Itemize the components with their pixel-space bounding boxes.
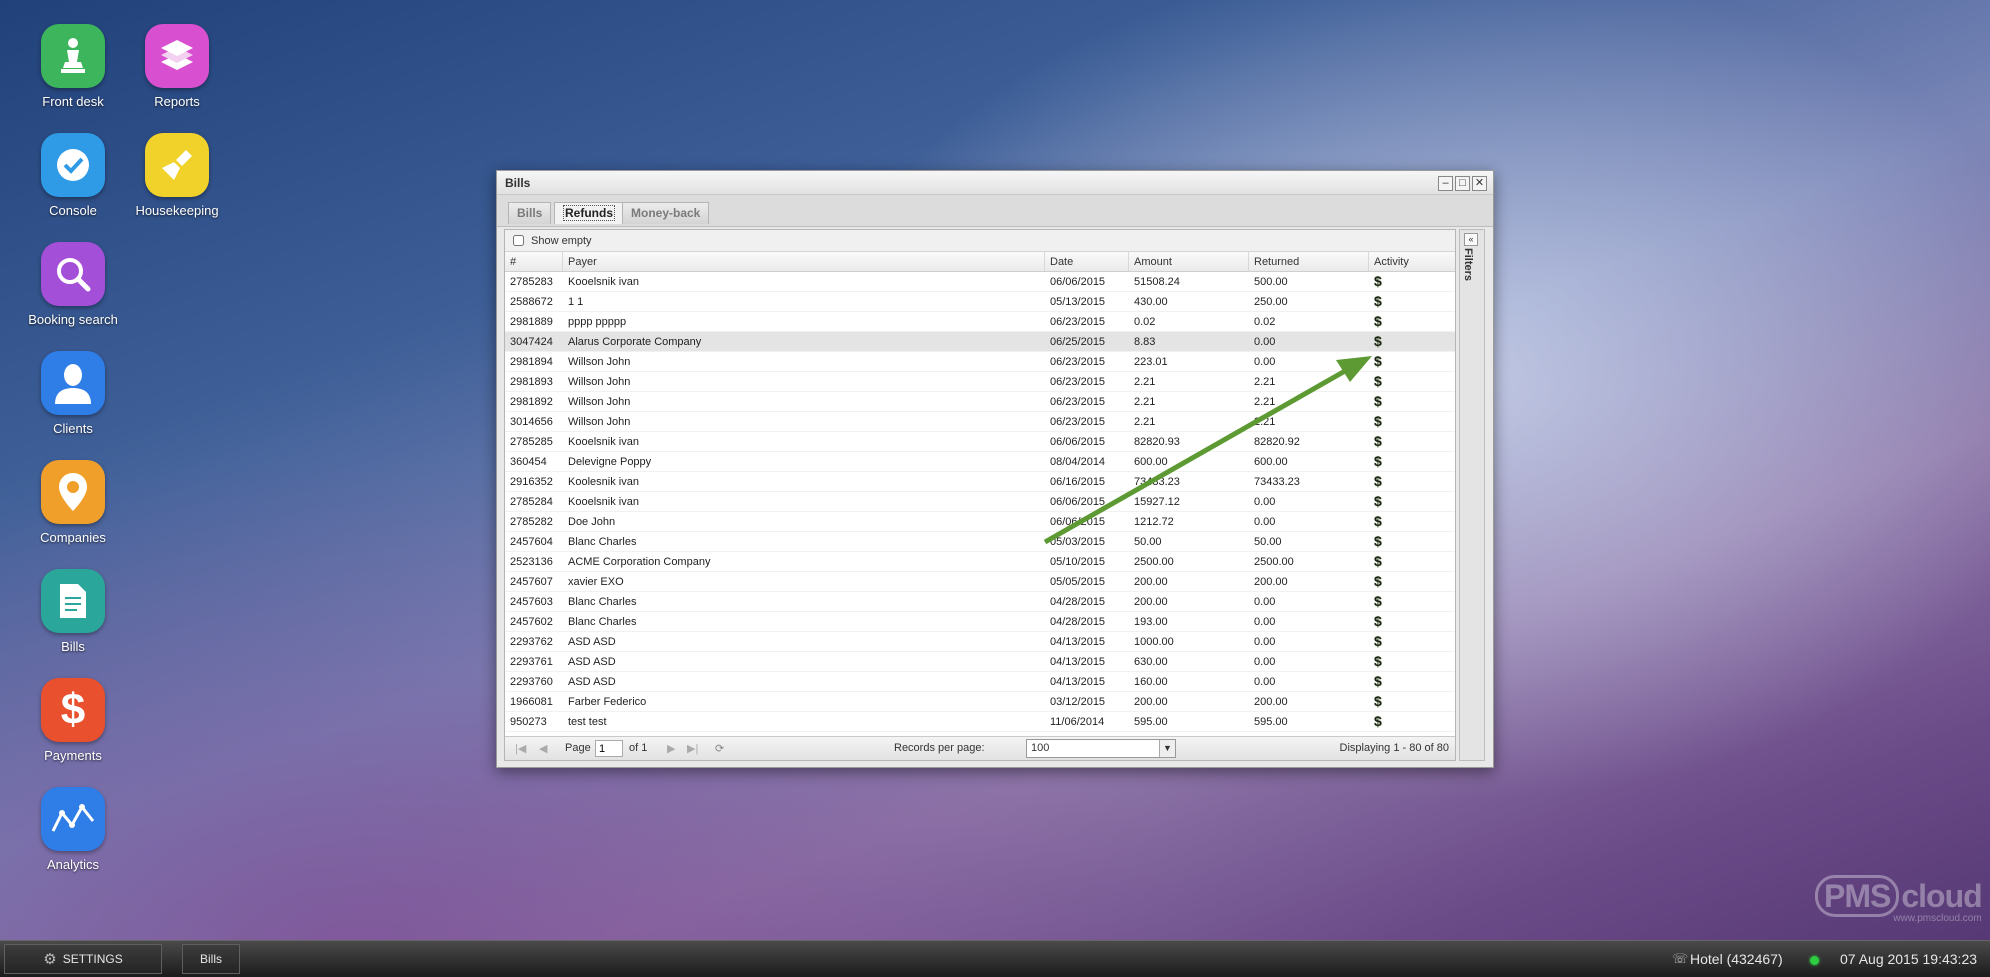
annotation-arrow xyxy=(1043,356,1372,545)
datetime-label: 07 Aug 2015 19:43:23 xyxy=(1840,951,1978,967)
taskbar: ⚙ SETTINGS Bills ☏ Hotel (432467) 07 Aug… xyxy=(0,940,1990,977)
pmscloud-watermark: PMS cloud www.pmscloud.com xyxy=(1815,875,1983,924)
watermark-cloud: cloud xyxy=(1901,878,1982,914)
status-dot xyxy=(1810,956,1819,965)
settings-button[interactable]: ⚙ SETTINGS xyxy=(4,944,162,974)
hotel-label[interactable]: Hotel (432467) xyxy=(1690,951,1783,967)
taskbar-bills-label: Bills xyxy=(199,952,222,966)
watermark-pms: PMS xyxy=(1815,875,1900,917)
settings-label: SETTINGS xyxy=(62,952,123,966)
taskbar-bills-button[interactable]: Bills xyxy=(182,944,240,974)
gear-icon: ⚙ xyxy=(43,951,57,968)
phone-icon: ☏ xyxy=(1672,951,1689,966)
